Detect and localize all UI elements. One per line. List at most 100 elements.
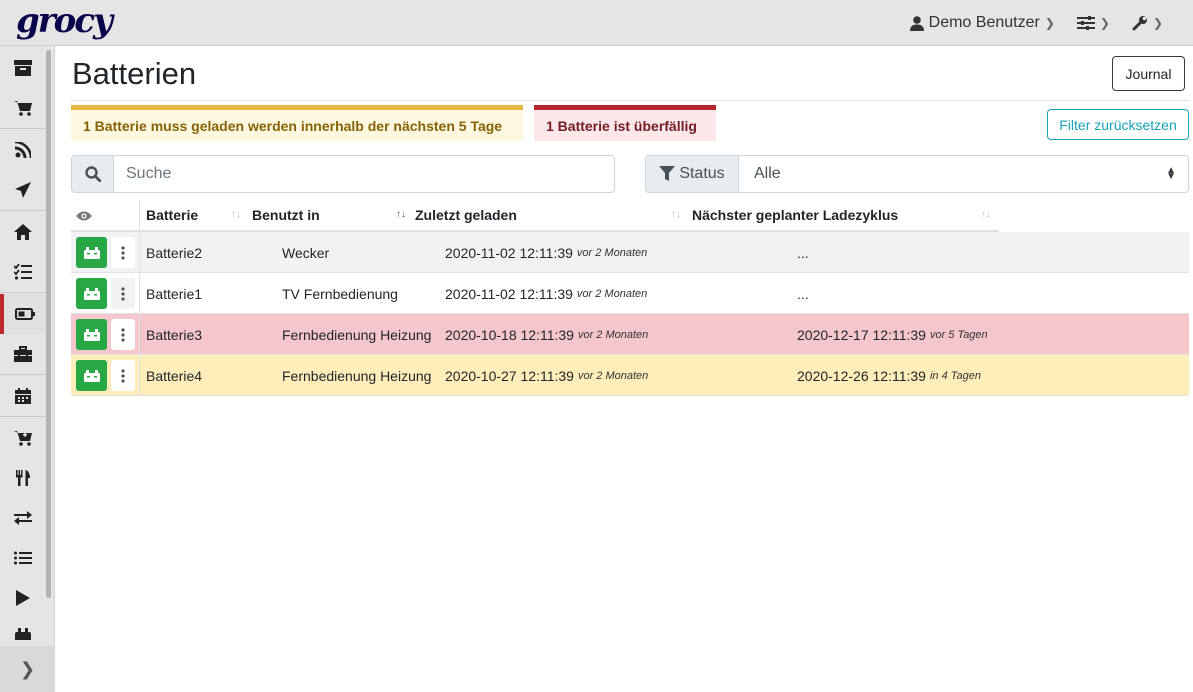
cell-used-in: Wecker — [282, 244, 330, 261]
battery-charge-icon — [83, 328, 100, 341]
cell-battery-name: Batterie3 — [146, 326, 203, 343]
sidebar-expand-button[interactable]: ❯ — [0, 646, 55, 692]
cell-last-charged: 2020-11-02 12:11:39 vor 2 Monaten — [445, 232, 647, 273]
app-logo[interactable]: grocy — [16, 0, 113, 42]
page-title: Batterien — [72, 56, 197, 91]
cell-used-in: Fernbedienung Heizung — [282, 326, 432, 343]
table-row[interactable]: Batterie1 TV Fernbedienung 2020-11-02 12… — [71, 273, 1189, 314]
status-select[interactable]: Alle ▲ ▼ — [738, 155, 1189, 193]
filter-icon — [659, 166, 676, 181]
tools-menu[interactable]: ❯ — [1132, 15, 1163, 31]
eye-icon — [76, 211, 92, 221]
calendar-icon — [15, 388, 31, 404]
battery-charge-icon — [83, 369, 100, 382]
more-actions-button[interactable] — [111, 237, 135, 268]
overdue-alert[interactable]: 1 Batterie ist überfällig — [534, 105, 716, 141]
sidebar-item-meal-plan[interactable] — [0, 170, 46, 210]
search-group — [71, 155, 615, 193]
track-charge-button[interactable] — [76, 319, 107, 350]
sidebar-item-recipes[interactable] — [0, 130, 46, 170]
sidebar-item-inventory[interactable] — [0, 538, 46, 578]
sidebar-item-shopping-list[interactable] — [0, 88, 46, 128]
user-menu[interactable]: Demo Benutzer ❯ — [909, 14, 1055, 32]
sidebar-item-calendar[interactable] — [0, 376, 46, 416]
cell-battery-name: Batterie2 — [146, 244, 203, 261]
column-divider — [139, 200, 140, 230]
cell-next-charge: ... — [797, 232, 813, 273]
cell-next-charge: 2020-12-26 12:11:39 in 4 Tagen — [797, 355, 981, 396]
sidebar-item-stock[interactable] — [0, 48, 46, 88]
top-navbar: grocy Demo Benutzer ❯ ❯ ❯ — [0, 0, 1193, 46]
cell-next-charge: ... — [797, 273, 813, 314]
top-nav-right: Demo Benutzer ❯ ❯ ❯ — [909, 0, 1163, 46]
battery-icon — [15, 308, 35, 320]
header-next-charge[interactable]: Nächster geplanter Ladezyklus — [692, 200, 898, 230]
cell-last-charged: 2020-10-18 12:11:39 vor 2 Monaten — [445, 314, 648, 355]
cell-next-charge: 2020-12-17 12:11:39 vor 5 Tagen — [797, 314, 988, 355]
sidebar-item-equipment[interactable] — [0, 334, 46, 374]
next-charge-date: ... — [797, 285, 809, 302]
journal-button[interactable]: Journal — [1112, 56, 1185, 91]
ellipsis-vertical-icon — [121, 368, 125, 383]
chevron-right-icon: ❯ — [19, 658, 36, 679]
cell-used-in: Fernbedienung Heizung — [282, 367, 432, 384]
battery-charge-icon — [83, 287, 100, 300]
sidebar-item-chores[interactable] — [0, 212, 46, 252]
cell-battery-name: Batterie4 — [146, 367, 203, 384]
due-soon-alert[interactable]: 1 Batterie muss geladen werden innerhalb… — [71, 105, 523, 141]
search-icon — [84, 166, 101, 182]
status-label: Status — [679, 165, 725, 182]
last-charged-date: 2020-10-27 12:11:39 — [445, 367, 574, 384]
sidebar-scrollbar[interactable] — [46, 50, 51, 598]
user-icon — [909, 15, 924, 31]
search-input[interactable] — [113, 155, 615, 193]
header-battery[interactable]: Batterie — [146, 200, 198, 230]
cart-icon — [14, 101, 32, 116]
reset-filter-button[interactable]: Filter zurücksetzen — [1047, 109, 1189, 140]
chevron-right-icon: ❯ — [1099, 16, 1110, 30]
cart-plus-icon — [14, 431, 32, 446]
list-icon — [14, 551, 32, 565]
header-last-charged[interactable]: Zuletzt geladen — [415, 200, 517, 230]
more-actions-button[interactable] — [111, 360, 135, 391]
next-charge-relative: vor 5 Tagen — [929, 328, 988, 341]
sidebar-item-transfer[interactable] — [0, 498, 46, 538]
table-row[interactable]: Batterie3 Fernbedienung Heizung 2020-10-… — [71, 314, 1189, 355]
table-row[interactable]: Batterie2 Wecker 2020-11-02 12:11:39 vor … — [71, 232, 1189, 273]
settings-menu[interactable]: ❯ — [1076, 16, 1110, 30]
ellipsis-vertical-icon — [121, 245, 125, 260]
track-charge-button[interactable] — [76, 360, 107, 391]
sliders-icon — [1076, 16, 1095, 30]
sidebar-item-consume[interactable] — [0, 458, 46, 498]
table-header: Batterie ↑↓ Benutzt in ↑↓ Zuletzt gelade… — [71, 200, 999, 232]
next-charge-date: ... — [797, 244, 809, 261]
status-addon: Status — [645, 155, 738, 193]
sidebar-item-more[interactable] — [0, 618, 46, 640]
next-charge-date: 2020-12-26 12:11:39 — [797, 367, 926, 384]
sidebar-item-execute-chore[interactable] — [0, 578, 46, 618]
rss-icon — [15, 142, 31, 158]
sort-icon: ↑↓ — [981, 209, 991, 220]
batteries-table: Batterie ↑↓ Benutzt in ↑↓ Zuletzt gelade… — [71, 200, 1189, 396]
next-charge-date: 2020-12-17 12:11:39 — [797, 326, 926, 343]
column-visibility-toggle[interactable] — [76, 209, 92, 227]
more-actions-button[interactable] — [111, 278, 135, 309]
sort-icon: ↑↓ — [231, 209, 241, 220]
sidebar-item-tasks[interactable] — [0, 252, 46, 292]
table-row[interactable]: Batterie4 Fernbedienung Heizung 2020-10-… — [71, 355, 1189, 396]
track-charge-button[interactable] — [76, 237, 107, 268]
wrench-icon — [1132, 16, 1147, 31]
tasks-icon — [14, 264, 32, 280]
sort-icon: ↑↓ — [671, 209, 681, 220]
divider — [71, 100, 1189, 101]
track-charge-button[interactable] — [76, 278, 107, 309]
status-select-value: Alle — [754, 165, 781, 182]
plane-icon — [15, 182, 31, 198]
last-charged-relative: vor 2 Monaten — [576, 246, 648, 259]
last-charged-relative: vor 2 Monaten — [577, 369, 649, 382]
header-used-in[interactable]: Benutzt in — [252, 200, 320, 230]
sidebar-item-purchase[interactable] — [0, 418, 46, 458]
sidebar-item-batteries[interactable] — [0, 294, 46, 334]
more-actions-button[interactable] — [111, 319, 135, 350]
more-icon — [15, 628, 31, 640]
